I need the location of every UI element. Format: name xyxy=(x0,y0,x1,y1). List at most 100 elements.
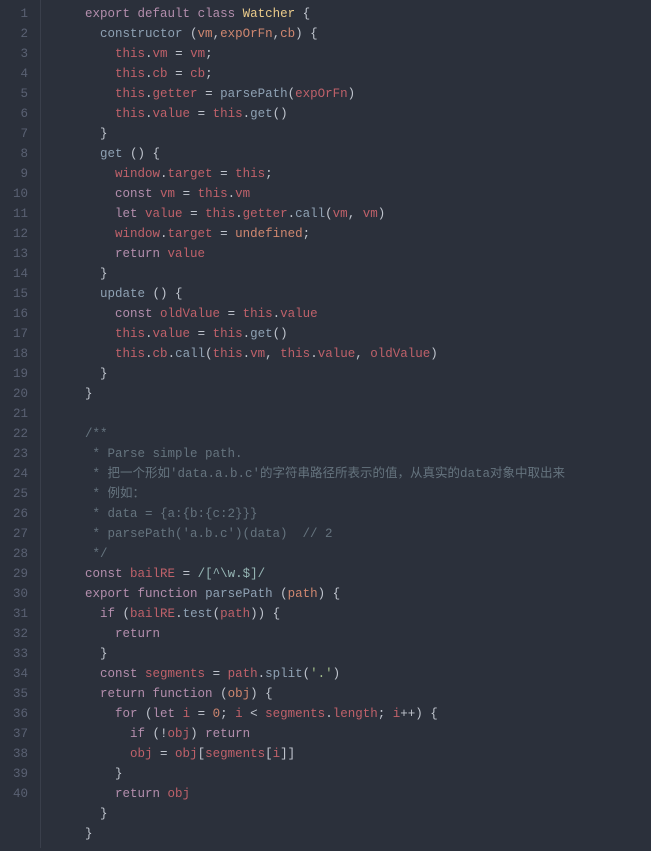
token-self: this xyxy=(115,87,145,101)
token-cm: * 例如： xyxy=(85,487,145,501)
token-punc: } xyxy=(100,267,108,281)
token-punc: = xyxy=(175,187,198,201)
token-punc: . xyxy=(175,607,183,621)
token-punc: = xyxy=(205,667,228,681)
code-line: this.value = this.get() xyxy=(55,104,651,124)
token-punc: . xyxy=(145,87,153,101)
code-editor: 1234567891011121314151617181920212223242… xyxy=(0,0,651,848)
code-line: if (bailRE.test(path)) { xyxy=(55,604,651,624)
token-param: expOrFn xyxy=(220,27,273,41)
token-prop: oldValue xyxy=(370,347,430,361)
token-self: this xyxy=(198,187,228,201)
token-punc: . xyxy=(310,347,318,361)
token-self: this xyxy=(280,347,310,361)
line-number: 24 xyxy=(0,464,28,484)
code-line: * 例如： xyxy=(55,484,651,504)
line-number: 31 xyxy=(0,604,28,624)
token-kw: return xyxy=(115,627,160,641)
token-punc: (! xyxy=(145,727,168,741)
code-line: const bailRE = /[^\w.$]/ xyxy=(55,564,651,584)
token-prop: oldValue xyxy=(160,307,220,321)
token-punc xyxy=(190,7,198,21)
token-prop: vm xyxy=(190,47,205,61)
token-punc: . xyxy=(160,227,168,241)
token-prop: vm xyxy=(363,207,378,221)
token-punc: . xyxy=(258,667,266,681)
token-punc: ; xyxy=(303,227,311,241)
line-number: 37 xyxy=(0,724,28,744)
line-number: 4 xyxy=(0,64,28,84)
token-punc: ) { xyxy=(318,587,341,601)
code-line: return function (obj) { xyxy=(55,684,651,704)
line-number: 23 xyxy=(0,444,28,464)
code-line: get () { xyxy=(55,144,651,164)
token-punc: () xyxy=(273,327,288,341)
token-call: test xyxy=(183,607,213,621)
token-param: obj xyxy=(228,687,251,701)
token-punc xyxy=(153,307,161,321)
token-prop: getter xyxy=(153,87,198,101)
token-punc: , xyxy=(348,207,363,221)
code-line: } xyxy=(55,804,651,824)
line-number: 27 xyxy=(0,524,28,544)
token-punc: , xyxy=(213,27,221,41)
token-self: this xyxy=(115,347,145,361)
token-prop: path xyxy=(220,607,250,621)
token-kw: let xyxy=(153,707,176,721)
token-punc: ( xyxy=(213,687,228,701)
token-kw: const xyxy=(115,187,153,201)
token-prop: value xyxy=(145,207,183,221)
token-punc xyxy=(130,587,138,601)
line-number: 34 xyxy=(0,664,28,684)
token-punc: ( xyxy=(288,87,296,101)
token-prop: value xyxy=(318,347,356,361)
token-punc xyxy=(145,687,153,701)
token-prop: path xyxy=(228,667,258,681)
token-prop: i xyxy=(235,707,243,721)
line-number: 38 xyxy=(0,744,28,764)
line-number: 21 xyxy=(0,404,28,424)
token-param: cb xyxy=(280,27,295,41)
token-punc: } xyxy=(85,387,93,401)
token-punc: = xyxy=(198,87,221,101)
token-punc: , xyxy=(265,347,280,361)
code-line: this.vm = vm; xyxy=(55,44,651,64)
token-kw: class xyxy=(198,7,236,21)
token-punc: ( xyxy=(183,27,198,41)
line-number: 22 xyxy=(0,424,28,444)
token-cm: * data = {a:{b:{c:2}}} xyxy=(85,507,258,521)
token-punc: . xyxy=(145,327,153,341)
token-prop: i xyxy=(273,747,281,761)
token-self: this xyxy=(213,327,243,341)
token-num: 0 xyxy=(213,707,221,721)
token-prop: expOrFn xyxy=(295,87,348,101)
token-self: this xyxy=(235,167,265,181)
code-line: } xyxy=(55,644,651,664)
code-line: } xyxy=(55,384,651,404)
token-prop: segments xyxy=(265,707,325,721)
token-punc: . xyxy=(168,347,176,361)
code-line xyxy=(55,404,651,424)
line-number: 6 xyxy=(0,104,28,124)
token-punc xyxy=(175,707,183,721)
token-prop: cb xyxy=(190,67,205,81)
line-number: 5 xyxy=(0,84,28,104)
token-punc: = xyxy=(175,567,198,581)
line-number: 1 xyxy=(0,4,28,24)
token-punc: ; xyxy=(205,47,213,61)
token-self: this xyxy=(213,107,243,121)
code-line: this.value = this.get() xyxy=(55,324,651,344)
token-punc: . xyxy=(228,187,236,201)
line-number: 36 xyxy=(0,704,28,724)
code-line: obj = obj[segments[i]] xyxy=(55,744,651,764)
token-punc: , xyxy=(273,27,281,41)
token-prop: cb xyxy=(153,67,168,81)
token-punc: ) { xyxy=(250,687,273,701)
token-call: get xyxy=(250,107,273,121)
code-line: } xyxy=(55,824,651,844)
token-kw: export xyxy=(85,7,130,21)
line-number: 20 xyxy=(0,384,28,404)
line-number: 25 xyxy=(0,484,28,504)
line-number: 15 xyxy=(0,284,28,304)
token-punc xyxy=(130,7,138,21)
